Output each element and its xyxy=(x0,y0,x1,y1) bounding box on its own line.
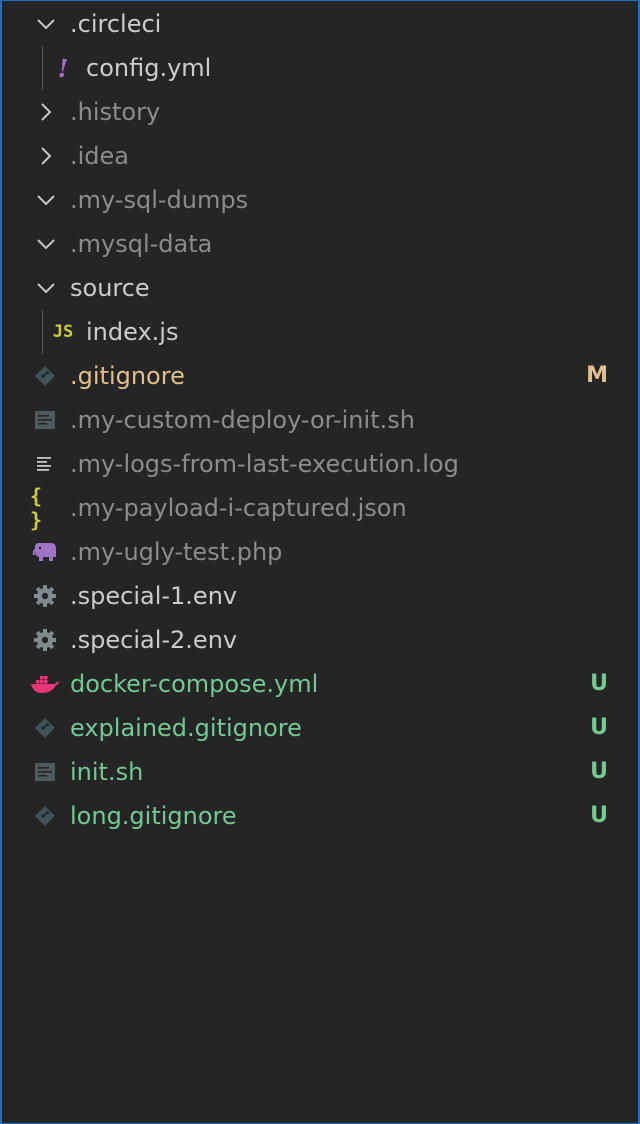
tree-item-idea-folder[interactable]: .idea xyxy=(2,134,638,178)
tree-item-init-sh[interactable]: init.sh U xyxy=(2,750,638,794)
tree-item-explained-gitignore[interactable]: explained.gitignore U xyxy=(2,706,638,750)
tree-item-my-sql-dumps-folder[interactable]: .my-sql-dumps xyxy=(2,178,638,222)
tree-item-my-ugly-test-php[interactable]: .my-ugly-test.php xyxy=(2,530,638,574)
tree-item-index-js[interactable]: JS index.js xyxy=(2,310,638,354)
tree-item-label: index.js xyxy=(86,318,179,346)
tree-item-gitignore[interactable]: .gitignore M xyxy=(2,354,638,398)
git-status-badge: U xyxy=(590,715,608,740)
chevron-right-icon[interactable] xyxy=(34,100,58,124)
tree-item-label: .my-sql-dumps xyxy=(70,186,249,214)
tree-item-label: .idea xyxy=(70,142,130,170)
tree-item-label: config.yml xyxy=(86,54,212,82)
tree-item-label: .my-ugly-test.php xyxy=(70,538,283,566)
tree-item-label: explained.gitignore xyxy=(70,714,302,742)
tree-item-circleci-folder[interactable]: .circleci xyxy=(2,2,638,46)
php-elephant-icon xyxy=(30,539,60,565)
tree-item-label: .special-1.env xyxy=(70,582,238,610)
tree-item-history-folder[interactable]: .history xyxy=(2,90,638,134)
chevron-right-icon[interactable] xyxy=(34,144,58,168)
tree-item-label: .special-2.env xyxy=(70,626,238,654)
shell-script-icon xyxy=(30,759,60,785)
tree-item-docker-compose-yml[interactable]: docker-compose.yml U xyxy=(2,662,638,706)
gear-icon xyxy=(30,583,60,609)
tree-item-label: source xyxy=(70,274,150,302)
file-explorer-tree: .circleci ! config.yml .history .idea .m… xyxy=(0,0,640,1124)
tree-item-long-gitignore[interactable]: long.gitignore U xyxy=(2,794,638,838)
tree-item-label: .gitignore xyxy=(70,362,185,390)
json-braces-icon: { } xyxy=(30,484,60,532)
git-status-badge: U xyxy=(590,803,608,828)
git-icon xyxy=(30,363,60,389)
gear-icon xyxy=(30,627,60,653)
tree-item-special-2-env[interactable]: .special-2.env xyxy=(2,618,638,662)
chevron-down-icon[interactable] xyxy=(34,232,58,256)
tree-item-mysql-data-folder[interactable]: .mysql-data xyxy=(2,222,638,266)
git-status-badge: U xyxy=(590,759,608,784)
tree-item-label: docker-compose.yml xyxy=(70,670,319,698)
git-icon xyxy=(30,803,60,829)
js-icon-glyph: JS xyxy=(52,322,74,342)
json-icon-glyph: { } xyxy=(30,484,43,532)
git-status-badge: U xyxy=(590,671,608,696)
chevron-down-icon[interactable] xyxy=(34,188,58,212)
tree-item-my-payload-json[interactable]: { } .my-payload-i-captured.json xyxy=(2,484,638,532)
tree-item-label: .my-payload-i-captured.json xyxy=(70,494,407,522)
tree-item-config-yml[interactable]: ! config.yml xyxy=(2,46,638,90)
chevron-down-icon[interactable] xyxy=(34,12,58,36)
tree-item-label: .my-logs-from-last-execution.log xyxy=(70,450,459,478)
git-status-badge: M xyxy=(586,363,608,388)
docker-whale-icon xyxy=(30,671,60,697)
log-lines-icon xyxy=(30,451,60,477)
git-icon xyxy=(30,715,60,741)
tree-item-special-1-env[interactable]: .special-1.env xyxy=(2,574,638,618)
tree-item-label: .history xyxy=(70,98,161,126)
shell-script-icon xyxy=(30,407,60,433)
chevron-down-icon[interactable] xyxy=(34,276,58,300)
javascript-icon: JS xyxy=(48,319,78,345)
tree-item-my-custom-deploy-or-init-sh[interactable]: .my-custom-deploy-or-init.sh xyxy=(2,398,638,442)
yaml-icon-glyph: ! xyxy=(57,53,69,83)
tree-item-label: init.sh xyxy=(70,758,144,786)
tree-item-label: .circleci xyxy=(70,10,162,38)
tree-item-my-logs-log[interactable]: .my-logs-from-last-execution.log xyxy=(2,442,638,486)
tree-item-label: long.gitignore xyxy=(70,802,237,830)
tree-item-label: .mysql-data xyxy=(70,230,213,258)
tree-item-label: .my-custom-deploy-or-init.sh xyxy=(70,406,415,434)
tree-item-source-folder[interactable]: source xyxy=(2,266,638,310)
yaml-exclamation-icon: ! xyxy=(48,53,78,83)
